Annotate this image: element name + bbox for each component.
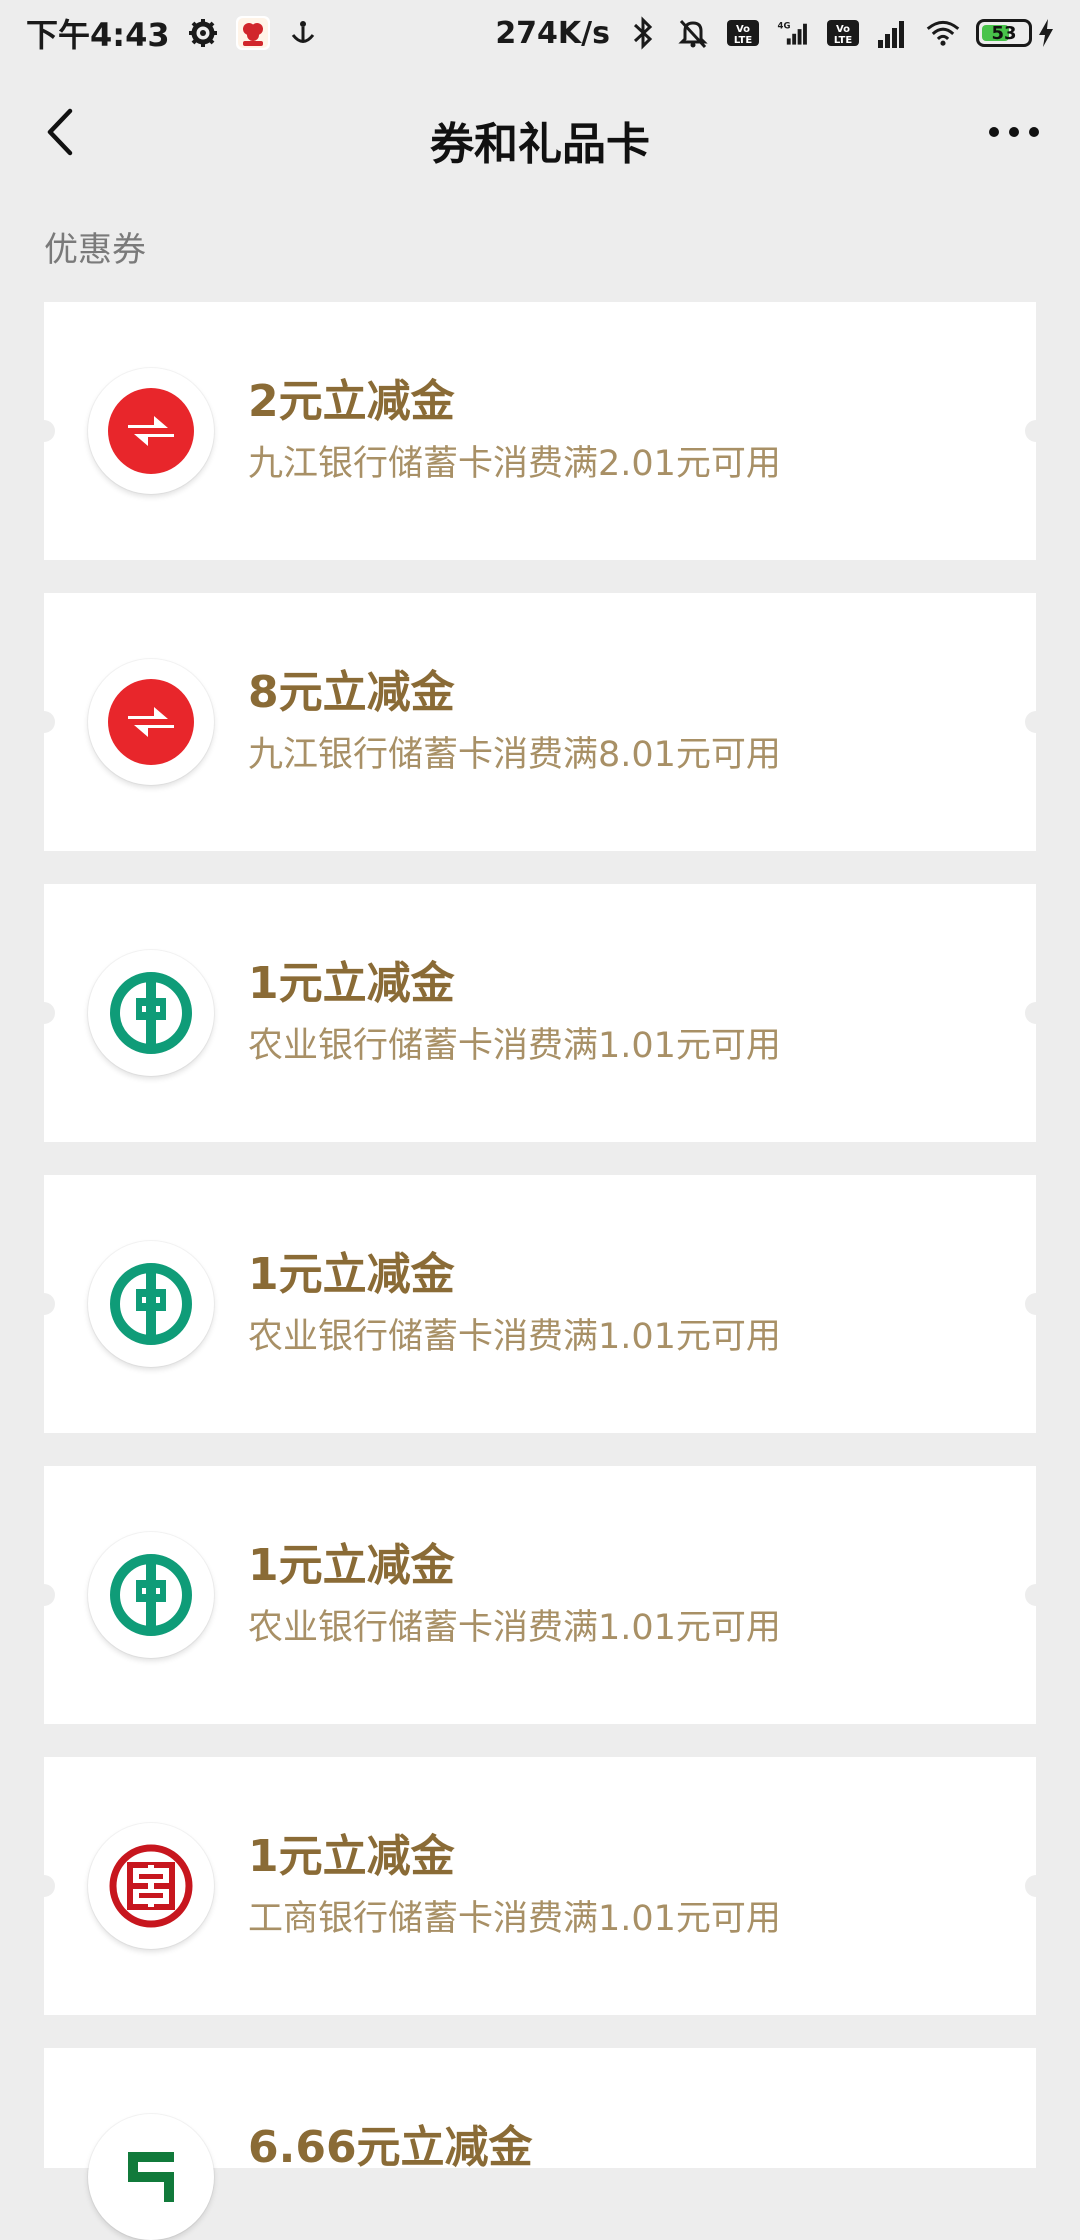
- coupon-card[interactable]: 8元立减金 九江银行储蓄卡消费满8.01元可用: [33, 593, 1047, 851]
- coupon-card[interactable]: 1元立减金 农业银行储蓄卡消费满1.01元可用: [33, 1466, 1047, 1724]
- card-notch-right: [1025, 711, 1047, 733]
- card-notch-right: [1025, 1875, 1047, 1897]
- nav-bar: 券和礼品卡: [0, 80, 1080, 184]
- charging-bolt-icon: [1039, 19, 1053, 47]
- agricultural-bank-icon: [88, 1241, 214, 1367]
- svg-text:4G: 4G: [778, 21, 791, 31]
- network-speed: 274K/s: [495, 15, 610, 51]
- settings-gear-icon: [186, 16, 220, 50]
- coupon-text: 8元立减金 九江银行储蓄卡消费满8.01元可用: [248, 667, 1006, 776]
- status-left: 下午4:43: [26, 10, 320, 56]
- card-notch-right: [1025, 1002, 1047, 1024]
- wifi-icon: [926, 16, 960, 50]
- volte-icon: Vo LTE: [726, 16, 760, 50]
- mute-bell-icon: [676, 16, 710, 50]
- app-notification-icon: [235, 16, 270, 50]
- coupon-description: 九江银行储蓄卡消费满8.01元可用: [248, 734, 781, 775]
- coupon-card[interactable]: 6.66元立减金: [44, 2048, 1036, 2240]
- coupon-title: 1元立减金: [248, 1249, 455, 1300]
- agricultural-bank-icon: [88, 1532, 214, 1658]
- page-title: 券和礼品卡: [430, 119, 650, 170]
- coupon-text: 1元立减金 工商银行储蓄卡消费满1.01元可用: [248, 1831, 1006, 1940]
- card-notch-right: [1025, 420, 1047, 442]
- more-options-button[interactable]: [984, 110, 1044, 154]
- coupon-text: 6.66元立减金: [248, 2122, 1006, 2175]
- coupon-description: 工商银行储蓄卡消费满1.01元可用: [248, 1898, 781, 1939]
- coupon-text: 1元立减金 农业银行储蓄卡消费满1.01元可用: [248, 1540, 1006, 1649]
- coupon-title: 1元立减金: [248, 1540, 455, 1591]
- svg-text:Vo: Vo: [836, 24, 850, 35]
- coupon-text: 2元立减金 九江银行储蓄卡消费满2.01元可用: [248, 376, 1006, 485]
- coupon-title: 6.66元立减金: [248, 2122, 533, 2173]
- coupon-description: 九江银行储蓄卡消费满2.01元可用: [248, 443, 781, 484]
- card-notch-left: [33, 420, 55, 442]
- status-time: 下午4:43: [26, 16, 170, 54]
- card-notch-left: [33, 1875, 55, 1897]
- coupon-list: 2元立减金 九江银行储蓄卡消费满2.01元可用 8元立减金 九江银行储蓄卡消费满…: [33, 302, 1047, 2240]
- coupon-card[interactable]: 1元立减金 农业银行储蓄卡消费满1.01元可用: [33, 884, 1047, 1142]
- coupon-title: 1元立减金: [248, 1831, 455, 1882]
- jiujiang-bank-icon: [88, 368, 214, 494]
- svg-text:Vo: Vo: [736, 24, 750, 35]
- card-notch-right: [1025, 1584, 1047, 1606]
- agricultural-bank-icon: [88, 950, 214, 1076]
- postal-bank-icon: [88, 2114, 214, 2240]
- status-bar: 下午4:43 274K/s Vo LTE 4G Vo LTE 53: [0, 0, 1080, 66]
- more-dots-icon: [989, 127, 1039, 137]
- icbc-bank-icon: [88, 1823, 214, 1949]
- card-notch-left: [33, 1002, 55, 1024]
- status-right: 274K/s Vo LTE 4G Vo LTE 53: [495, 16, 1054, 51]
- coupon-text: 1元立减金 农业银行储蓄卡消费满1.01元可用: [248, 1249, 1006, 1358]
- coupon-card[interactable]: 1元立减金 农业银行储蓄卡消费满1.01元可用: [33, 1175, 1047, 1433]
- card-notch-left: [33, 1584, 55, 1606]
- coupon-text: 1元立减金 农业银行储蓄卡消费满1.01元可用: [248, 958, 1006, 1067]
- download-anchor-icon: [286, 16, 320, 50]
- card-notch-right: [1025, 1293, 1047, 1315]
- card-notch-left: [33, 711, 55, 733]
- coupon-title: 1元立减金: [248, 958, 455, 1009]
- battery-icon: 53: [976, 19, 1032, 47]
- coupon-card[interactable]: 1元立减金 工商银行储蓄卡消费满1.01元可用: [33, 1757, 1047, 2015]
- battery-level: 53: [991, 22, 1017, 44]
- signal-4g-icon: 4G: [776, 16, 810, 50]
- signal-bars-icon: [876, 16, 910, 50]
- coupon-card[interactable]: 2元立减金 九江银行储蓄卡消费满2.01元可用: [33, 302, 1047, 560]
- section-title: 优惠券: [44, 230, 146, 270]
- coupon-title: 2元立减金: [248, 376, 455, 427]
- coupon-title: 8元立减金: [248, 667, 455, 718]
- jiujiang-bank-icon: [88, 659, 214, 785]
- battery-indicator: 53: [976, 19, 1054, 47]
- card-notch-left: [33, 1293, 55, 1315]
- coupon-description: 农业银行储蓄卡消费满1.01元可用: [248, 1607, 781, 1648]
- svg-text:LTE: LTE: [734, 35, 753, 46]
- coupon-description: 农业银行储蓄卡消费满1.01元可用: [248, 1025, 781, 1066]
- volte-icon-2: Vo LTE: [826, 16, 860, 50]
- coupon-description: 农业银行储蓄卡消费满1.01元可用: [248, 1316, 781, 1357]
- bluetooth-icon: [626, 16, 660, 50]
- svg-text:LTE: LTE: [834, 35, 853, 46]
